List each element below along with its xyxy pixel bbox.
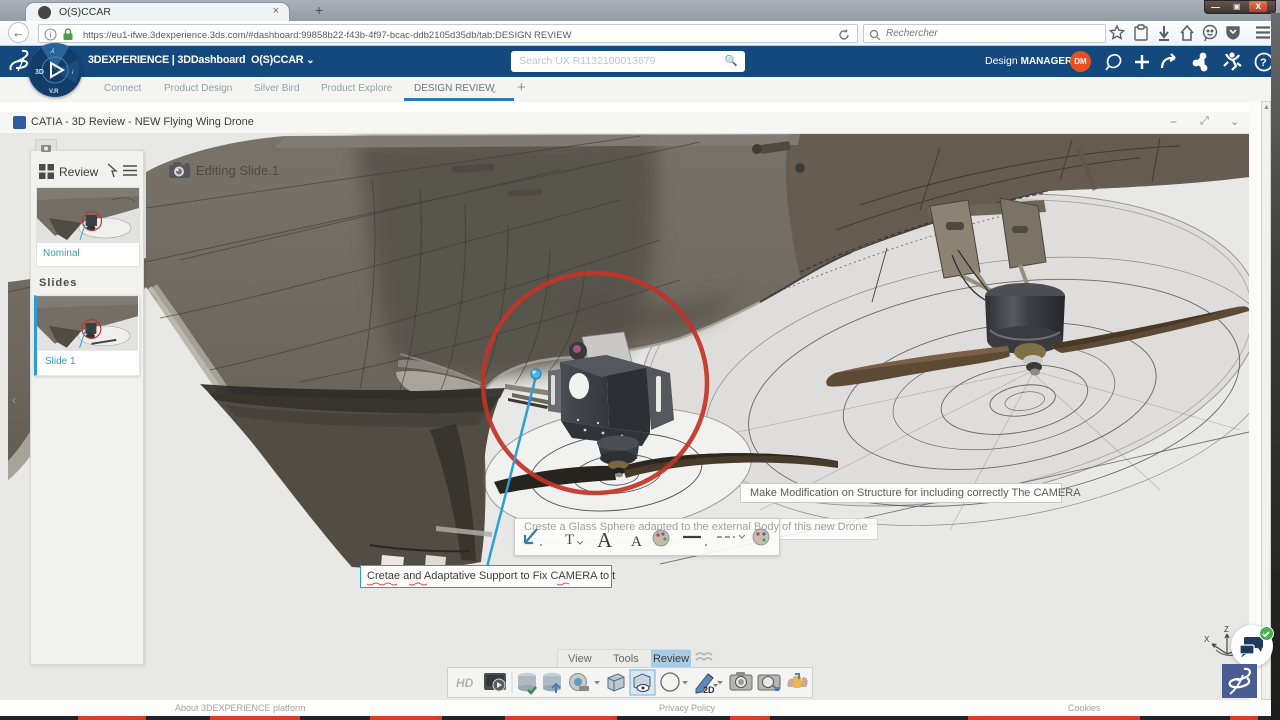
svg-text:X: X [1204, 635, 1210, 644]
svg-text:⅄: ⅄ [49, 47, 55, 55]
svg-text:V.R: V.R [49, 89, 59, 95]
svg-text:?: ? [1260, 57, 1267, 69]
svg-text:Z: Z [1224, 626, 1229, 634]
svg-text:HD: HD [456, 676, 474, 690]
svg-text:2D: 2D [703, 685, 715, 695]
svg-text:3D: 3D [35, 69, 44, 76]
